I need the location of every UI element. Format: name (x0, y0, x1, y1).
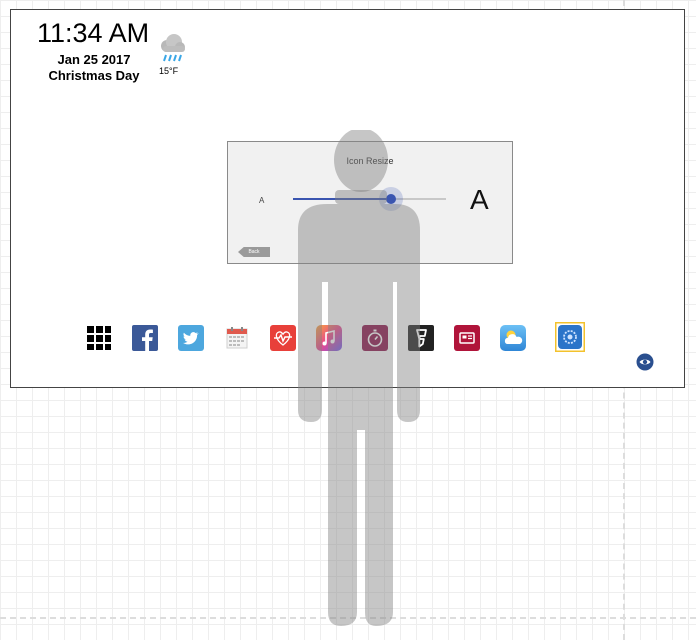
foursquare-icon[interactable] (408, 325, 434, 351)
small-size-label: A (259, 196, 265, 205)
twitter-icon[interactable] (178, 325, 204, 351)
settings-icon[interactable] (555, 322, 585, 352)
news-icon[interactable] (454, 325, 480, 351)
clock-time: 11:34 AM (37, 18, 150, 48)
back-button[interactable]: Back (238, 247, 270, 257)
timer-icon[interactable] (362, 325, 388, 351)
weather-icon[interactable] (500, 325, 526, 351)
clock-date: Jan 25 2017 (57, 52, 131, 67)
icon-resize-dialog: Icon Resize A A Back (227, 141, 513, 264)
device-screen: 11:34 AM Jan 25 2017 Christmas Day 15°F … (10, 9, 685, 388)
calendar-icon[interactable] (224, 325, 250, 351)
temperature: 15°F (159, 66, 179, 76)
dialog-title: Icon Resize (346, 156, 394, 166)
rain-cloud-icon (157, 32, 187, 64)
music-icon[interactable] (316, 325, 342, 351)
large-size-label: A (470, 184, 489, 215)
facebook-icon[interactable] (132, 325, 158, 351)
icon-size-slider[interactable] (293, 187, 446, 211)
holiday-label: Christmas Day (48, 68, 140, 83)
slider-thumb-dot (385, 194, 396, 204)
slider-thumb[interactable] (378, 187, 403, 211)
apps-grid-icon[interactable] (86, 325, 112, 351)
eye-icon[interactable] (636, 353, 654, 371)
guide-line-horizontal (0, 617, 696, 619)
slider-fill (293, 198, 391, 200)
health-icon[interactable] (270, 325, 296, 351)
